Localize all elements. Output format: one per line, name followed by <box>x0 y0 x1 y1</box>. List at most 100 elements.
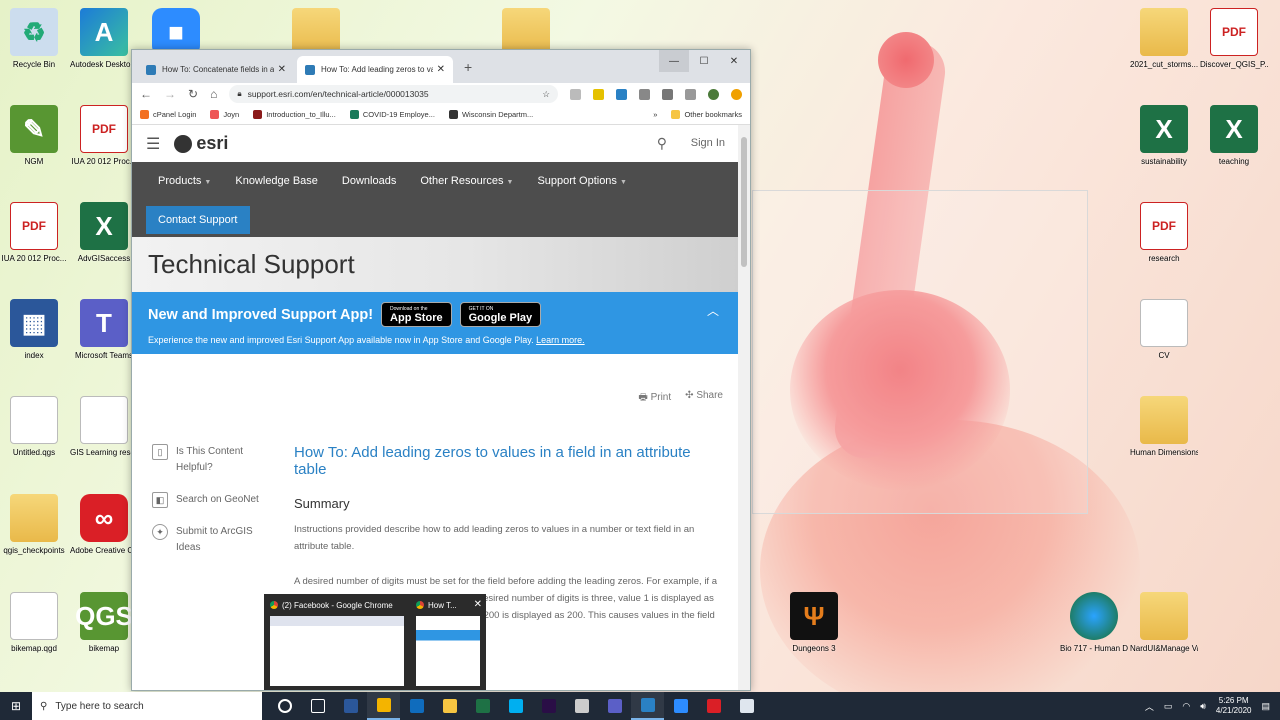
nav-item[interactable]: Products ▼ <box>158 175 211 187</box>
start-button[interactable]: ⊞ <box>0 692 32 720</box>
nav-item[interactable]: Other Resources ▼ <box>420 175 513 187</box>
extension-icon[interactable] <box>570 88 581 100</box>
collapse-banner-icon[interactable]: ︿ <box>707 302 719 319</box>
store-label: Google Play <box>468 311 533 324</box>
google-play-button[interactable]: GET IT ON Google Play <box>459 302 542 327</box>
taskbar-task-view-button[interactable] <box>301 692 334 720</box>
home-icon[interactable]: ⌂ <box>210 87 217 101</box>
desktop-icon[interactable]: bikemap.qgd <box>0 592 68 653</box>
taskbar-excel-button[interactable] <box>466 692 499 720</box>
desktop-icon[interactable]: CV <box>1130 299 1198 360</box>
learn-more-link[interactable]: Learn more. <box>536 335 585 345</box>
extension-icon[interactable] <box>685 88 696 100</box>
update-icon[interactable] <box>731 88 742 100</box>
desktop-icon[interactable]: W GIS Learning resources <box>70 396 138 457</box>
desktop-icon[interactable]: ♻ Recycle Bin <box>0 8 68 69</box>
taskbar-app-button[interactable] <box>565 692 598 720</box>
taskbar-cortana-button[interactable] <box>268 692 301 720</box>
app-store-button[interactable]: Download on the App Store <box>381 302 452 327</box>
nav-item[interactable]: Downloads <box>342 175 396 187</box>
desktop-icon[interactable]: Untitled.qgs <box>0 396 68 457</box>
desktop-icon[interactable]: ∞ Adobe Creative Cloud <box>70 494 138 555</box>
desktop-icon[interactable]: NardUI&Manage Vault <box>1130 592 1198 653</box>
show-hidden-icon[interactable]: ︿ <box>1145 700 1154 713</box>
taskbar-search[interactable]: ⚲ Type here to search <box>32 692 262 720</box>
extension-icon[interactable] <box>662 88 673 100</box>
taskbar-chrome-button[interactable] <box>367 692 400 720</box>
tab-leading-zeros[interactable]: How To: Add leading zeros to valu... ✕ <box>297 56 453 83</box>
hamburger-menu-icon[interactable]: ☰ <box>146 134 160 154</box>
desktop-icon[interactable]: PDF research <box>1130 202 1198 263</box>
nav-item[interactable]: Knowledge Base <box>235 175 318 187</box>
extension-icon[interactable] <box>639 88 650 100</box>
maximize-button[interactable]: ☐ <box>689 50 719 72</box>
network-icon[interactable]: ▭ <box>1164 701 1173 712</box>
other-bookmarks[interactable]: Other bookmarks <box>671 110 742 119</box>
taskbar-word-button[interactable] <box>334 692 367 720</box>
bookmark-item[interactable]: Introduction_to_Illu... <box>253 110 336 119</box>
desktop-icon[interactable]: PDF IUA 20 012 Proc... <box>70 105 138 166</box>
desktop-icon[interactable]: T Microsoft Teams <box>70 299 138 360</box>
preview-facebook[interactable]: (2) Facebook - Google Chrome <box>264 594 410 690</box>
taskbar-premiere-button[interactable] <box>532 692 565 720</box>
bookmark-item[interactable]: COVID-19 Employe... <box>349 110 435 119</box>
content-helpful-link[interactable]: ▯ Is This Content Helpful? <box>152 444 272 476</box>
esri-logo[interactable]: esri <box>174 133 228 154</box>
desktop-icon[interactable]: Ψ Dungeons 3 <box>780 592 848 653</box>
preview-close-icon[interactable]: ✕ <box>474 599 482 610</box>
tab-close-icon[interactable]: ✕ <box>437 64 445 75</box>
desktop-icon[interactable]: Human Dimensions <box>1130 396 1198 457</box>
bookmark-item[interactable]: Joyn <box>210 110 239 119</box>
share-button[interactable]: ✣ Share <box>685 390 723 407</box>
taskbar-arcgis-button[interactable] <box>631 692 664 720</box>
print-button[interactable]: 🖶︎ Print <box>638 390 671 407</box>
minimize-button[interactable]: — <box>659 50 689 72</box>
desktop-icon[interactable]: PDF Discover_QGIS_P... <box>1200 8 1268 69</box>
back-icon[interactable]: ← <box>140 87 152 101</box>
reload-icon[interactable]: ↻ <box>188 87 198 101</box>
desktop-icon[interactable]: Xsustainability <box>1130 105 1198 166</box>
taskbar-teams-button[interactable] <box>598 692 631 720</box>
desktop-icon[interactable]: ▦ index <box>0 299 68 360</box>
volume-icon[interactable]: 🔊︎ <box>1200 701 1206 712</box>
desktop-icon[interactable]: qgis_checkpoints <box>0 494 68 555</box>
forward-icon[interactable]: → <box>164 87 176 101</box>
taskbar-acrobat-button[interactable] <box>697 692 730 720</box>
search-geonet-link[interactable]: ◧ Search on GeoNet <box>152 492 272 508</box>
bookmarks-overflow[interactable]: » <box>653 110 657 119</box>
desktop-icon[interactable]: Xteaching <box>1200 105 1268 166</box>
taskbar-skype-button[interactable] <box>499 692 532 720</box>
page-scrollbar[interactable] <box>738 125 750 690</box>
desktop-icon[interactable]: 2021_cut_storms... <box>1130 8 1198 69</box>
notification-icon[interactable]: ▤ <box>1261 701 1270 712</box>
search-icon[interactable]: ⚲ <box>657 135 667 152</box>
submit-ideas-link[interactable]: ✦ Submit to ArcGIS Ideas <box>152 524 272 556</box>
contact-support-button[interactable]: Contact Support <box>146 206 250 234</box>
bookmark-item[interactable]: cPanel Login <box>140 110 196 119</box>
address-bar[interactable]: 🔒︎ support.esri.com/en/technical-article… <box>229 85 558 103</box>
bookmark-item[interactable]: Wisconsin Departm... <box>448 110 533 119</box>
profile-avatar[interactable] <box>708 88 719 100</box>
wifi-icon[interactable]: ◠ <box>1182 701 1190 712</box>
taskbar-notepad-button[interactable] <box>730 692 763 720</box>
tab-close-icon[interactable]: ✕ <box>278 64 286 75</box>
star-icon[interactable]: ☆ <box>542 89 550 100</box>
desktop-icon[interactable]: PDF IUA 20 012 Proc... <box>0 202 68 263</box>
desktop-icon[interactable]: Bio 717 - Human Dimensions <box>1060 592 1128 653</box>
nav-item[interactable]: Support Options ▼ <box>537 175 626 187</box>
extension-icon[interactable] <box>616 88 627 100</box>
desktop-icon[interactable]: QGS bikemap <box>70 592 138 653</box>
taskbar-outlook-button[interactable] <box>400 692 433 720</box>
extension-icon[interactable] <box>593 88 604 100</box>
tab-concatenate[interactable]: How To: Concatenate fields in a S... ✕ <box>138 56 294 83</box>
close-window-button[interactable]: ✕ <box>719 50 749 72</box>
taskbar-file-explorer-button[interactable] <box>433 692 466 720</box>
desktop-icon[interactable]: X AdvGISaccess <box>70 202 138 263</box>
scrollbar-thumb[interactable] <box>741 137 747 267</box>
sign-in-link[interactable]: Sign In <box>691 137 725 149</box>
clock[interactable]: 5:26 PM 4/21/2020 <box>1216 696 1252 716</box>
desktop-icon[interactable]: A Autodesk Desktop App <box>70 8 138 69</box>
new-tab-button[interactable]: + <box>464 59 472 75</box>
desktop-icon[interactable]: ✎ NGM <box>0 105 68 166</box>
taskbar-zoom-button[interactable] <box>664 692 697 720</box>
